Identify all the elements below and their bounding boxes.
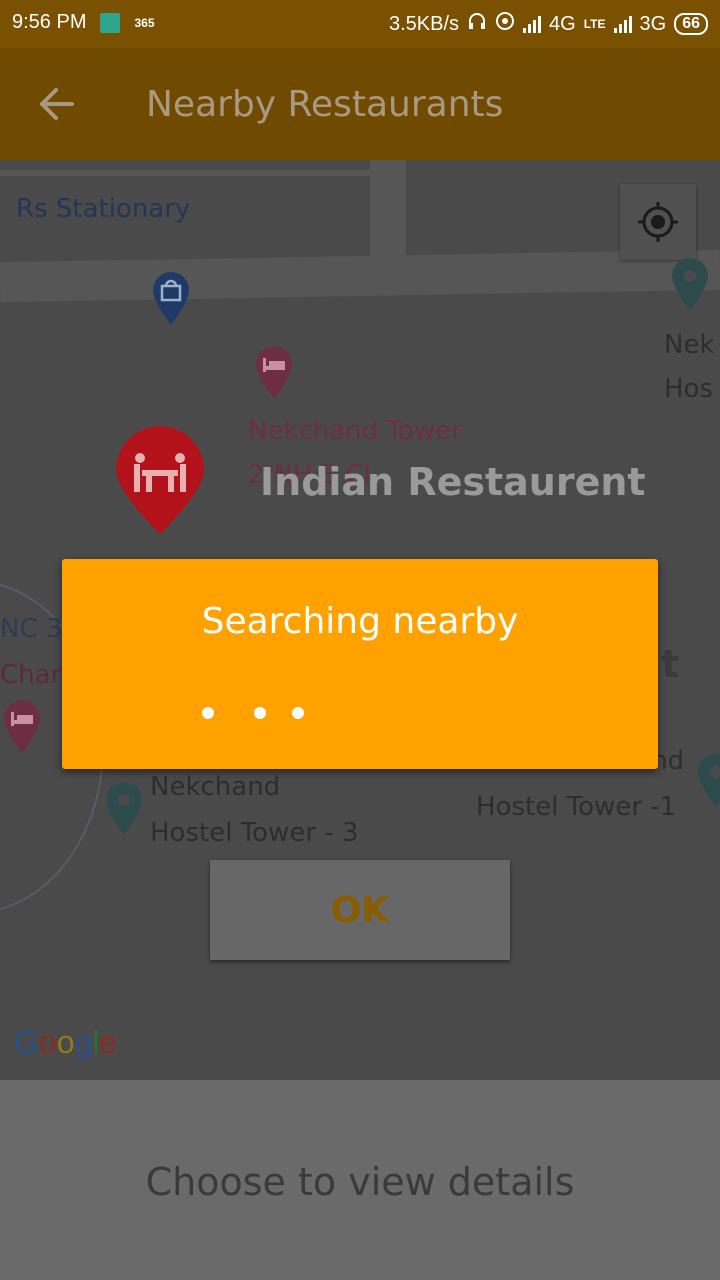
map-label-nek-right: Nek [664, 330, 715, 360]
signal-icon-2 [613, 15, 632, 33]
app-bar: Nearby Restaurants [0, 48, 720, 160]
loading-dots [202, 707, 312, 721]
loading-dot [254, 707, 266, 719]
road [0, 170, 370, 176]
map-label-hostel1-line2: Hostel Tower -1 [476, 792, 677, 822]
map-label-hos-right: Hos [664, 374, 714, 404]
road [0, 249, 720, 303]
status-time: 9:56 PM [12, 11, 87, 33]
headphones-icon [467, 11, 487, 37]
network-type-2: 3G [639, 12, 667, 35]
poi-pin-icon[interactable] [696, 752, 720, 808]
map-label-hostel3-line2: Hostel Tower - 3 [150, 818, 359, 848]
shopping-bag-pin-icon[interactable] [151, 270, 191, 326]
searching-dialog: Searching nearby [62, 559, 658, 769]
bottom-sheet[interactable]: Choose to view details [0, 1080, 720, 1280]
network-speed: 3.5KB/s [389, 12, 460, 35]
loading-dot [292, 707, 304, 719]
arrow-left-icon[interactable] [34, 84, 78, 124]
map-label-nekchand-tower: Nekchand Tower [248, 416, 462, 446]
map-label-nc3: NC 3 [0, 614, 63, 644]
android-app-icon [100, 12, 121, 33]
hotel-pin-icon[interactable] [2, 698, 42, 754]
restaurant-pin-icon[interactable] [112, 424, 208, 536]
ok-button[interactable]: OK [210, 860, 510, 960]
poi-pin-icon[interactable] [104, 780, 144, 836]
hotspot-icon [495, 11, 515, 37]
loading-dot [202, 707, 214, 719]
volte-label: LTE [583, 17, 606, 31]
google-logo: Google [14, 1024, 118, 1060]
my-location-button[interactable] [620, 184, 696, 260]
signal-icon [523, 15, 542, 33]
network-type-1: 4G [549, 12, 576, 35]
map-label-char: Char [0, 660, 62, 690]
hotel-pin-icon[interactable] [254, 344, 294, 400]
status-bar: 9:56 PM 365 3.5KB/s 4G LTE 3G 66 [0, 0, 720, 48]
battery-indicator: 66 [674, 13, 708, 35]
my-location-icon [638, 202, 678, 242]
bottom-sheet-text: Choose to view details [145, 1160, 575, 1204]
map-label-indian-restaurant: Indian Restaurent [260, 460, 646, 504]
map-label-stationary: Rs Stationary [16, 194, 191, 224]
map-label-hostel3-line1: Nekchand [150, 772, 281, 802]
dialog-message: Searching nearby [201, 601, 519, 642]
status-badge: 365 [134, 15, 155, 30]
road [370, 160, 406, 280]
poi-pin-icon[interactable] [670, 256, 710, 312]
page-title: Nearby Restaurants [146, 84, 504, 125]
